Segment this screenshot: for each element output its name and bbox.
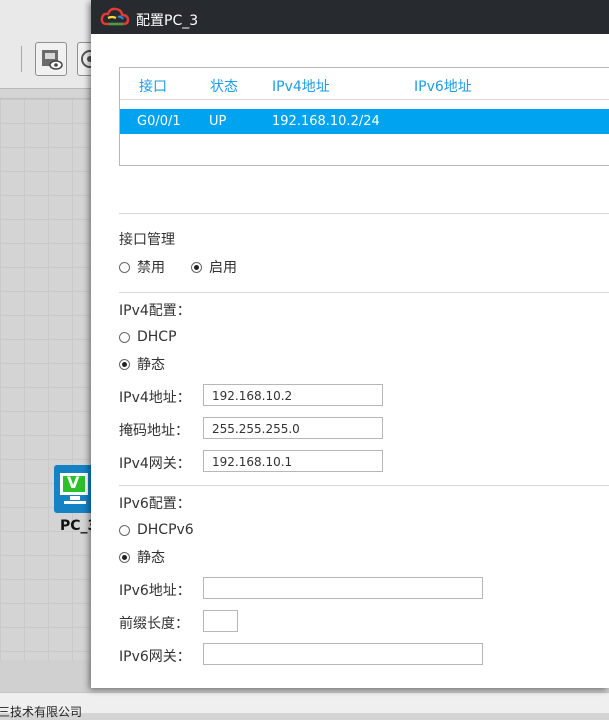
ipv4-mask-field[interactable]: 255.255.255.0: [203, 417, 383, 439]
ipv4-mask-label: 掩码地址：: [119, 423, 189, 439]
row-interface: G0/0/1: [137, 114, 181, 129]
radio-enable[interactable]: 启用: [191, 257, 237, 277]
dialog-titlebar[interactable]: 配置PC_3: [91, 0, 609, 34]
ipv4-gateway-field[interactable]: 192.168.10.1: [203, 450, 383, 472]
divider: [119, 213, 609, 214]
radio-disable[interactable]: 禁用: [119, 257, 165, 277]
toolbar-separator: [21, 46, 22, 72]
table-header-divider: [120, 99, 609, 100]
table-header-ipv6[interactable]: IPv6地址: [414, 76, 472, 96]
radio-disable-label: 禁用: [137, 260, 165, 276]
radio-ipv6-static-circle[interactable]: [119, 551, 130, 563]
ipv6-gateway-field[interactable]: [203, 643, 483, 665]
row-status: UP: [209, 114, 227, 129]
cloud-logo-icon: [100, 7, 130, 26]
ipv6-address-field[interactable]: [203, 577, 483, 599]
radio-ipv6-static-label: 静态: [137, 550, 165, 566]
row-ipv4: 192.168.10.2/24: [272, 114, 380, 129]
radio-ipv6-dhcp-label: DHCPv6: [137, 522, 194, 538]
iface-mgmt-title: 接口管理: [119, 232, 175, 248]
radio-ipv4-static-circle[interactable]: [119, 358, 130, 370]
radio-ipv6-dhcp-circle[interactable]: [119, 524, 130, 536]
radio-enable-circle[interactable]: [191, 261, 202, 273]
radio-disable-circle[interactable]: [119, 261, 130, 273]
table-row[interactable]: G0/0/1 UP 192.168.10.2/24: [120, 109, 609, 134]
radio-ipv4-dhcp-circle[interactable]: [119, 331, 130, 343]
toolbar-print-icon: [42, 50, 63, 70]
ipv4-gateway-label: IPv4网关：: [119, 456, 191, 472]
table-header-interface[interactable]: 接口: [139, 76, 167, 96]
ipv4-address-field[interactable]: 192.168.10.2: [203, 384, 383, 406]
ipv4-address-label: IPv4地址：: [119, 390, 191, 406]
computer-icon[interactable]: [54, 465, 96, 513]
divider: [119, 292, 609, 293]
ipv6-prefix-field[interactable]: [203, 610, 238, 632]
ipv4-config-title: IPv4配置：: [119, 303, 191, 319]
divider: [119, 485, 609, 486]
interface-table: 接口 状态 IPv4地址 IPv6地址 G0/0/1 UP 192.168.10…: [119, 67, 609, 166]
dialog-title: 配置PC_3: [136, 13, 199, 29]
ipv6-prefix-label: 前缀长度：: [119, 616, 189, 632]
toolbar-print-button[interactable]: [35, 42, 67, 76]
ipv6-address-label: IPv6地址：: [119, 583, 191, 599]
radio-ipv4-dhcp[interactable]: DHCP: [119, 329, 177, 345]
radio-ipv6-dhcp[interactable]: DHCPv6: [119, 522, 194, 538]
radio-ipv4-static-label: 静态: [137, 357, 165, 373]
radio-ipv4-dhcp-label: DHCP: [137, 329, 177, 345]
ipv6-gateway-label: IPv6网关：: [119, 649, 191, 665]
config-dialog: 配置PC_3 接口 状态 IPv4地址 IPv6地址 G0/0/1 UP 192…: [91, 0, 609, 688]
status-bar: [0, 692, 609, 713]
table-header-ipv4[interactable]: IPv4地址: [272, 76, 330, 96]
radio-ipv6-static[interactable]: 静态: [119, 547, 165, 567]
table-header-status[interactable]: 状态: [210, 76, 238, 96]
ipv6-config-title: IPv6配置：: [119, 496, 191, 512]
radio-enable-label: 启用: [209, 260, 237, 276]
radio-ipv4-static[interactable]: 静态: [119, 354, 165, 374]
